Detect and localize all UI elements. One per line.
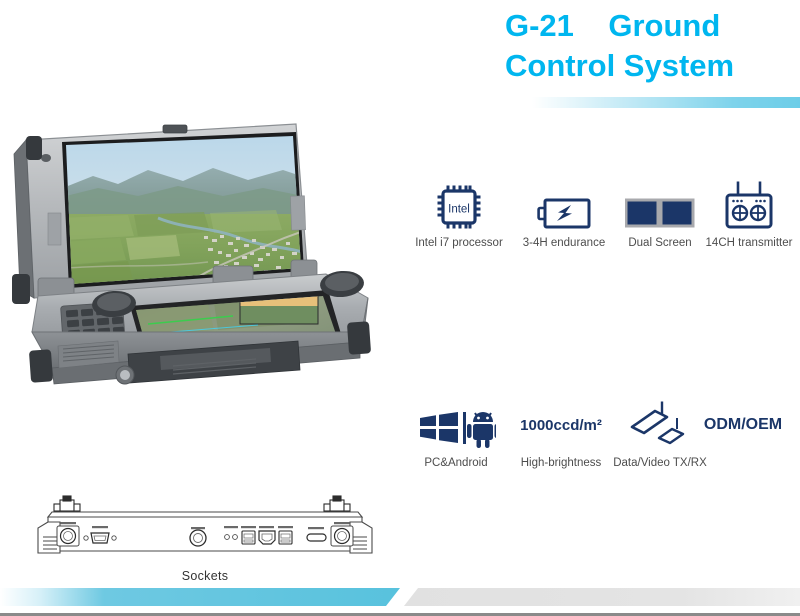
feature-label-endurance: 3-4H endurance [522,237,606,249]
antenna-connector-right [323,495,351,512]
feature-label-data-video: Data/Video TX/RX [613,457,707,469]
round-jack-port [189,529,207,547]
ethernet-port [258,530,276,545]
intel-chip-icon: Intel [398,180,520,230]
feature-label-dual-screen: Dual Screen [628,237,692,249]
page-title-line-2: Control System [505,48,735,83]
antenna-connector-left [53,495,81,512]
odm-oem-text: ODM/OEM [703,416,783,433]
feature-transmitter: 14CH transmitter [698,180,800,250]
title-block: G-21 Ground Control System [505,6,800,86]
feature-battery-endurance: 3-4H endurance [508,180,620,250]
usb-port-secondary [278,530,293,545]
sockets-caption: Sockets [181,569,229,583]
rc-transmitter-icon [698,180,800,230]
bottom-bar-cyan-arrow [0,588,400,606]
circular-connector-right [330,525,354,547]
feature-label-transmitter: 14CH transmitter [705,237,793,249]
feature-dual-screen: Dual Screen [610,180,710,250]
feature-label-pc-android: PC&Android [424,457,488,469]
battery-charging-icon [508,180,620,230]
feature-label-intel: Intel i7 processor [415,237,503,249]
dual-monitor-icon [610,180,710,230]
circular-connector-left [56,525,80,547]
windows-android-icon [400,400,512,450]
sockets-panel-drawing [37,495,373,554]
page-title-line-1: G-21 Ground [505,8,721,43]
intel-chip-label: Intel [448,204,470,216]
product-image [8,118,388,393]
feature-odm-oem: ODM/OEM [686,400,800,457]
bottom-bar-gray-segment [404,588,800,606]
micro-hdmi-port [306,533,327,542]
title-underline-gradient [532,97,800,108]
feature-intel-processor: Intel Intel i7 processor [398,180,520,250]
feature-pc-android: PC&Android [400,400,512,470]
sockets-diagram-block: Sockets [30,495,380,583]
bottom-decor-bar [0,588,800,616]
